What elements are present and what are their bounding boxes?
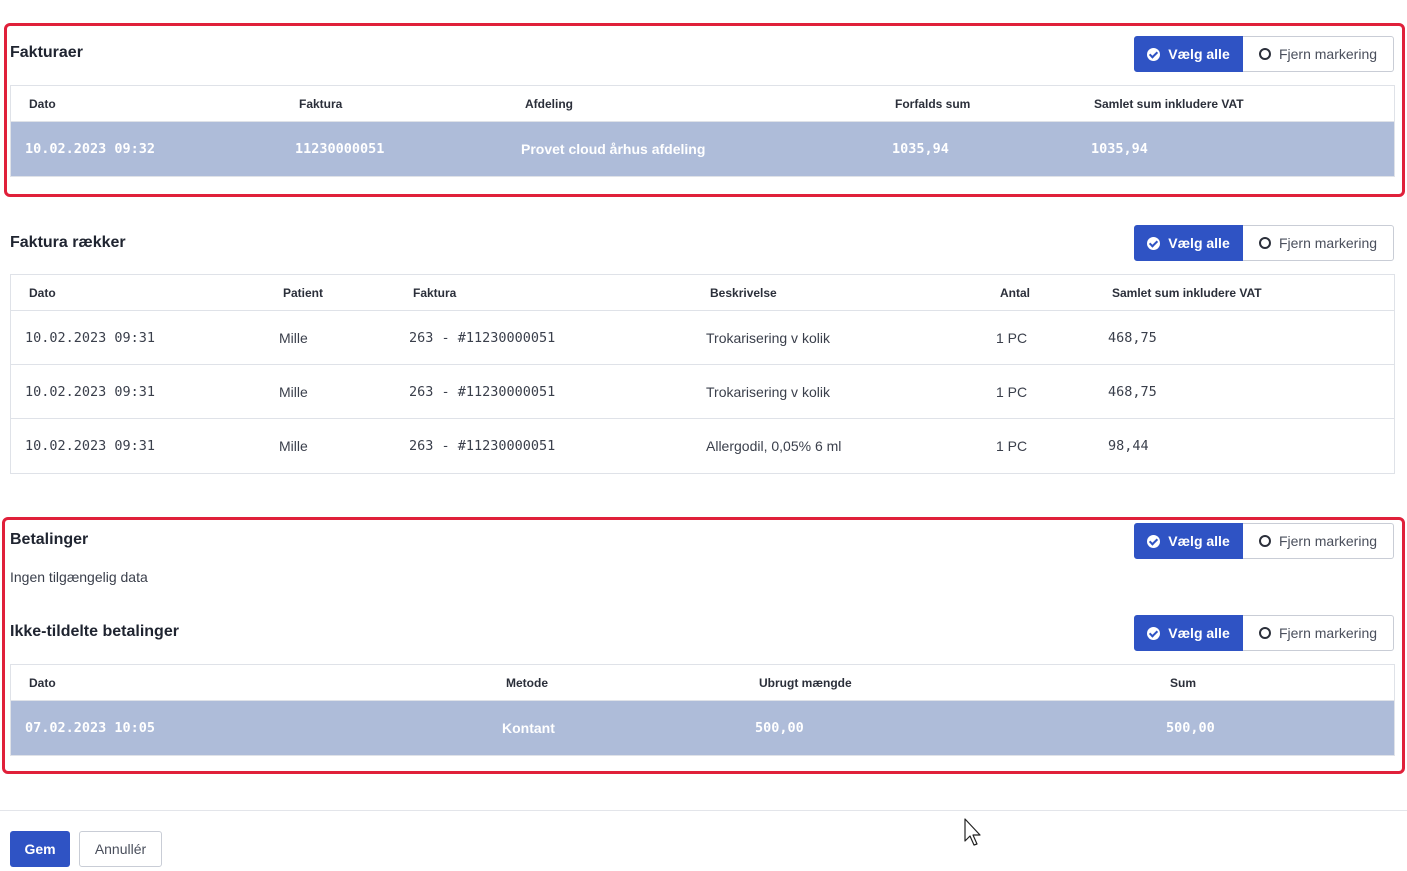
check-circle-icon: [1147, 626, 1161, 640]
cell-description: Trokarisering v kolik: [706, 384, 830, 400]
cell-date: 10.02.2023 09:31: [25, 438, 156, 454]
clear-selection-label: Fjern markering: [1278, 533, 1378, 549]
column-header[interactable]: Faktura: [413, 286, 456, 300]
clear-selection-label: Fjern markering: [1278, 235, 1378, 251]
column-header[interactable]: Samlet sum inkludere VAT: [1094, 97, 1244, 111]
cell-method: Kontant: [502, 720, 555, 736]
table-header: Dato Faktura Afdeling Forfalds sum Samle…: [11, 86, 1394, 122]
column-header[interactable]: Forfalds sum: [895, 97, 970, 111]
cell-patient: Mille: [279, 438, 308, 454]
cell-quantity: 1 PC: [996, 330, 1028, 346]
circle-icon: [1258, 627, 1271, 639]
table-header: Dato Patient Faktura Beskrivelse Antal S…: [11, 275, 1394, 311]
select-all-label: Vælg alle: [1168, 533, 1230, 549]
payments-title: Betalinger: [10, 531, 89, 548]
table-row[interactable]: 10.02.2023 09:31 Mille 263 - #1123000005…: [11, 419, 1394, 473]
column-header[interactable]: Patient: [283, 286, 323, 300]
column-header[interactable]: Ubrugt mængde: [759, 676, 852, 690]
cell-date: 07.02.2023 10:05: [25, 720, 156, 736]
footer-divider: [0, 810, 1407, 811]
column-header[interactable]: Dato: [29, 286, 56, 300]
invoices-clear-selection-button[interactable]: Fjern markering: [1243, 36, 1394, 72]
cell-patient: Mille: [279, 330, 308, 346]
column-header[interactable]: Beskrivelse: [710, 286, 777, 300]
unassigned-select-group: Vælg alle Fjern markering: [1134, 615, 1394, 651]
select-all-label: Vælg alle: [1168, 625, 1230, 641]
circle-icon: [1258, 237, 1271, 249]
check-circle-icon: [1147, 236, 1161, 250]
table-row[interactable]: 10.02.2023 09:32 11230000051 Provet clou…: [11, 122, 1394, 176]
circle-icon: [1258, 535, 1271, 547]
cell-unused-amount: 500,00: [755, 720, 804, 736]
cell-quantity: 1 PC: [996, 384, 1028, 400]
select-all-label: Vælg alle: [1168, 235, 1230, 251]
invoice-lines-select-all-button[interactable]: Vælg alle: [1134, 225, 1243, 261]
mouse-cursor-icon: [964, 818, 981, 846]
cell-due-sum: 1035,94: [892, 141, 949, 157]
column-header[interactable]: Sum: [1170, 676, 1196, 690]
save-button[interactable]: Gem: [10, 831, 70, 867]
invoices-select-all-button[interactable]: Vælg alle: [1134, 36, 1243, 72]
table-row[interactable]: 10.02.2023 09:31 Mille 263 - #1123000005…: [11, 311, 1394, 365]
cell-sum: 500,00: [1166, 720, 1215, 736]
cell-date: 10.02.2023 09:31: [25, 330, 156, 346]
unassigned-payments-table: Dato Metode Ubrugt mængde Sum 07.02.2023…: [10, 664, 1395, 756]
table-row[interactable]: 07.02.2023 10:05 Kontant 500,00 500,00: [11, 701, 1394, 755]
cell-total: 468,75: [1108, 384, 1157, 400]
cell-total: 98,44: [1108, 438, 1149, 454]
payments-empty-text: Ingen tilgængelig data: [10, 569, 148, 585]
invoices-table: Dato Faktura Afdeling Forfalds sum Samle…: [10, 85, 1395, 177]
cell-invoice: 263 - #11230000051: [409, 384, 556, 400]
invoices-select-group: Vælg alle Fjern markering: [1134, 36, 1394, 72]
payments-select-all-button[interactable]: Vælg alle: [1134, 523, 1243, 559]
column-header[interactable]: Samlet sum inkludere VAT: [1112, 286, 1262, 300]
check-circle-icon: [1147, 47, 1161, 61]
invoice-lines-clear-selection-button[interactable]: Fjern markering: [1243, 225, 1394, 261]
invoice-lines-title: Faktura rækker: [10, 234, 126, 251]
cell-description: Trokarisering v kolik: [706, 330, 830, 346]
cell-invoice: 11230000051: [295, 141, 385, 157]
column-header[interactable]: Faktura: [299, 97, 342, 111]
table-header: Dato Metode Ubrugt mængde Sum: [11, 665, 1394, 701]
unassigned-select-all-button[interactable]: Vælg alle: [1134, 615, 1243, 651]
payments-clear-selection-button[interactable]: Fjern markering: [1243, 523, 1394, 559]
check-circle-icon: [1147, 534, 1161, 548]
select-all-label: Vælg alle: [1168, 46, 1230, 62]
payments-select-group: Vælg alle Fjern markering: [1134, 523, 1394, 559]
cell-total: 1035,94: [1091, 141, 1148, 157]
invoices-title: Fakturaer: [10, 44, 83, 61]
invoice-lines-select-group: Vælg alle Fjern markering: [1134, 225, 1394, 261]
cell-department: Provet cloud århus afdeling: [521, 141, 706, 157]
cell-date: 10.02.2023 09:32: [25, 141, 156, 157]
circle-icon: [1258, 48, 1271, 60]
column-header[interactable]: Metode: [506, 676, 548, 690]
column-header[interactable]: Antal: [1000, 286, 1030, 300]
unassigned-payments-title: Ikke-tildelte betalinger: [10, 623, 179, 640]
cancel-button[interactable]: Annullér: [79, 831, 162, 867]
cell-date: 10.02.2023 09:31: [25, 384, 156, 400]
cell-quantity: 1 PC: [996, 438, 1028, 454]
column-header[interactable]: Afdeling: [525, 97, 573, 111]
cell-description: Allergodil, 0,05% 6 ml: [706, 438, 842, 454]
clear-selection-label: Fjern markering: [1278, 46, 1378, 62]
table-row[interactable]: 10.02.2023 09:31 Mille 263 - #1123000005…: [11, 365, 1394, 419]
clear-selection-label: Fjern markering: [1278, 625, 1378, 641]
column-header[interactable]: Dato: [29, 676, 56, 690]
cell-total: 468,75: [1108, 330, 1157, 346]
invoice-lines-table: Dato Patient Faktura Beskrivelse Antal S…: [10, 274, 1395, 474]
unassigned-clear-selection-button[interactable]: Fjern markering: [1243, 615, 1394, 651]
cell-invoice: 263 - #11230000051: [409, 438, 556, 454]
cell-invoice: 263 - #11230000051: [409, 330, 556, 346]
column-header[interactable]: Dato: [29, 97, 56, 111]
cell-patient: Mille: [279, 384, 308, 400]
